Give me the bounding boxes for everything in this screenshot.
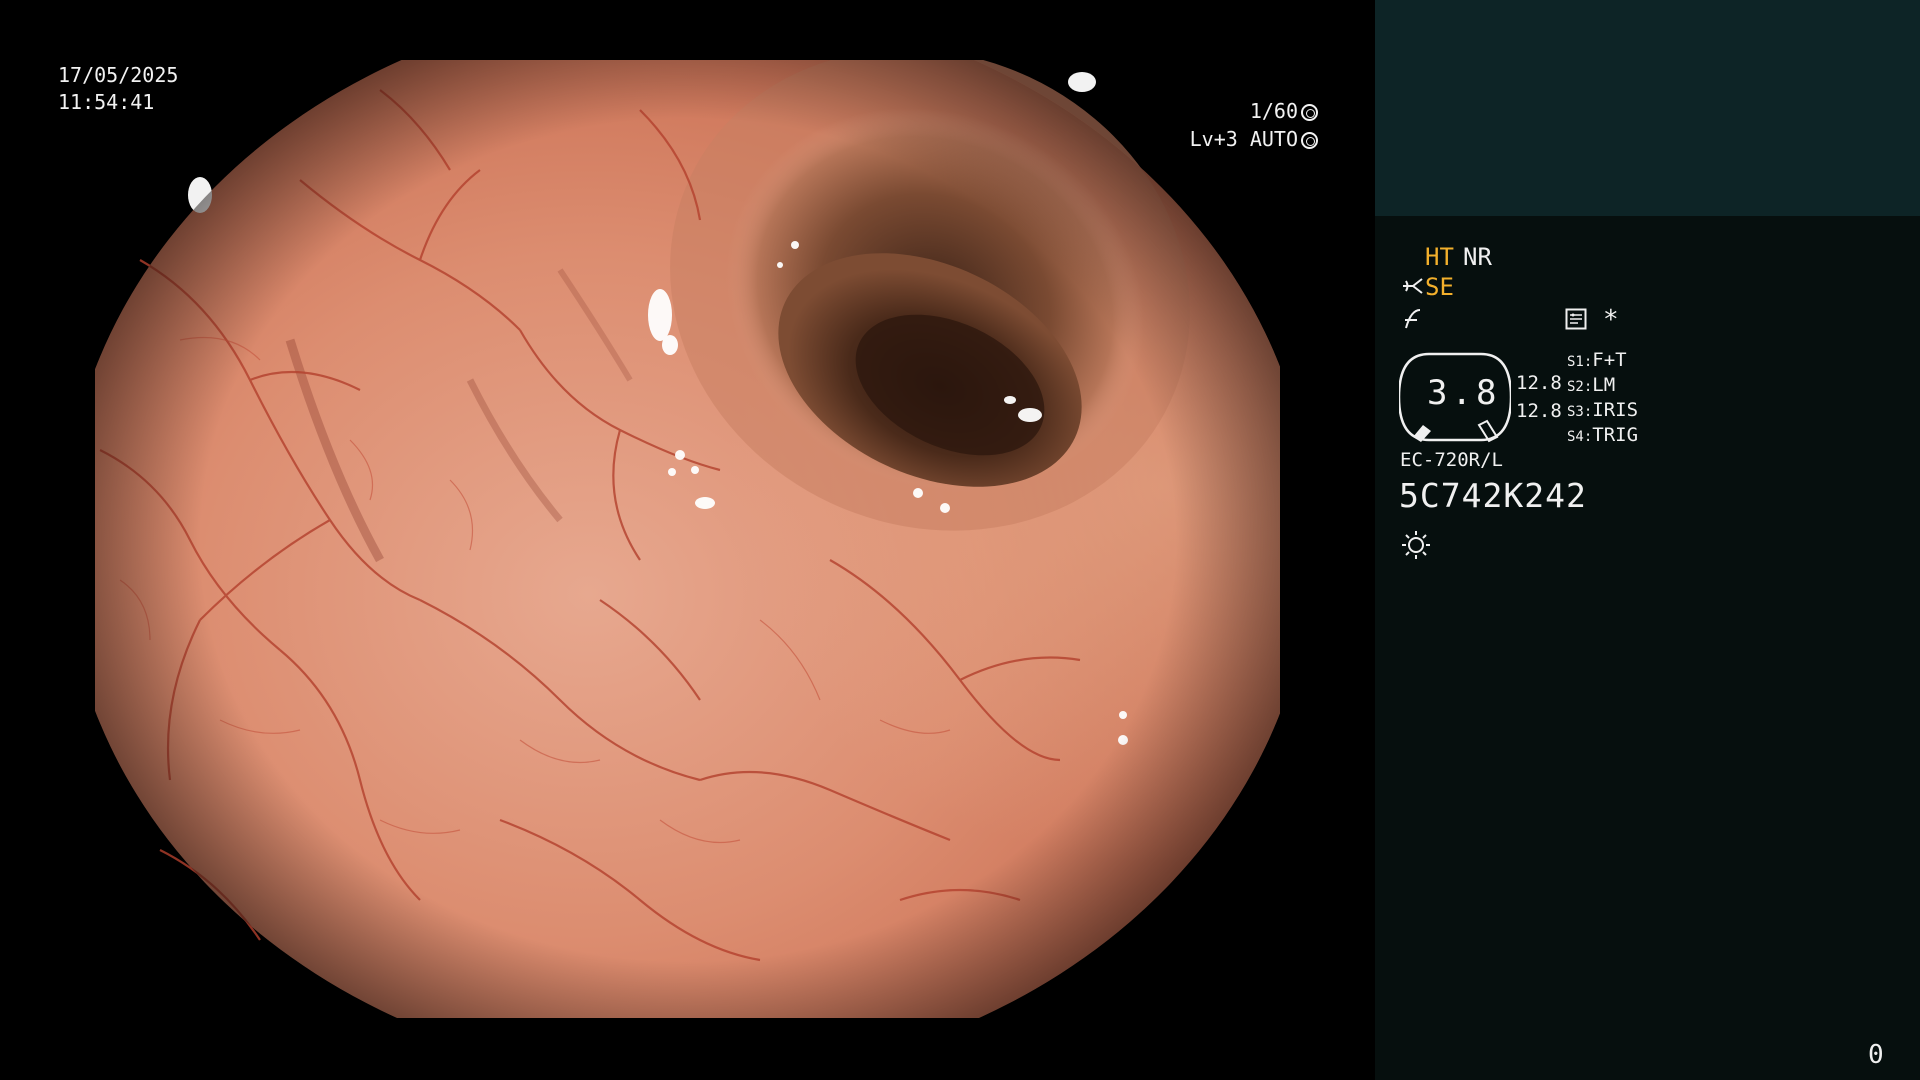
ht-mode-label: HT xyxy=(1425,243,1454,271)
exam-date: 17/05/2025 xyxy=(58,63,179,87)
switch-s4: S4:TRIG xyxy=(1567,424,1638,446)
colon-image xyxy=(95,60,1280,1018)
scope-serial-number: 5C742K242 xyxy=(1399,476,1587,515)
star-icon: * xyxy=(1603,305,1619,335)
scope-model: EC-720R/L xyxy=(1400,449,1503,471)
endoscopy-screen: 17/05/2025 11:54:41 1/60 Lv+3 AUTO HT NR… xyxy=(0,0,1920,1080)
switch-key: S3: xyxy=(1567,404,1593,420)
switch-key: S2: xyxy=(1567,379,1593,395)
gauge-value-top: 12.8 xyxy=(1516,372,1562,394)
zoom-value: 3.8 xyxy=(1427,373,1501,413)
switch-key: S4: xyxy=(1567,429,1593,445)
exam-time: 11:54:41 xyxy=(58,90,155,114)
shutter-value: 1/60 xyxy=(1249,99,1298,123)
iris-icon xyxy=(1301,132,1318,149)
patient-info-area xyxy=(1375,0,1920,216)
shutter-indicator: 1/60 xyxy=(1250,98,1318,125)
switch-label: LM xyxy=(1592,374,1616,396)
fork-icon xyxy=(1403,278,1423,294)
endoscope-view: 17/05/2025 11:54:41 1/60 Lv+3 AUTO xyxy=(0,0,1375,1080)
gauge-value-bottom: 12.8 xyxy=(1516,400,1562,422)
se-mode-label: SE xyxy=(1425,273,1454,301)
switch-s1: S1:F+T xyxy=(1567,349,1627,371)
switch-s3: S3:IRIS xyxy=(1567,399,1638,421)
record-icon xyxy=(1565,308,1587,330)
nr-mode-label: NR xyxy=(1463,243,1492,271)
light-icon xyxy=(1402,531,1430,559)
shutter-icon xyxy=(1301,104,1318,121)
image-counter: 0 xyxy=(1868,1040,1884,1070)
switch-key: S1: xyxy=(1567,354,1593,370)
switch-label: F+T xyxy=(1592,349,1627,371)
switch-label: IRIS xyxy=(1592,399,1639,421)
enhance-icon xyxy=(1405,309,1421,329)
iris-level-value: Lv+3 AUTO xyxy=(1189,127,1298,151)
switch-label: TRIG xyxy=(1592,424,1639,446)
iris-level-indicator: Lv+3 AUTO xyxy=(1190,126,1318,153)
info-panel: HT NR SE * 3.8 12.8 12.8 S1:F+T S2:LM S3… xyxy=(1375,0,1920,1080)
switch-s2: S2:LM xyxy=(1567,374,1615,396)
